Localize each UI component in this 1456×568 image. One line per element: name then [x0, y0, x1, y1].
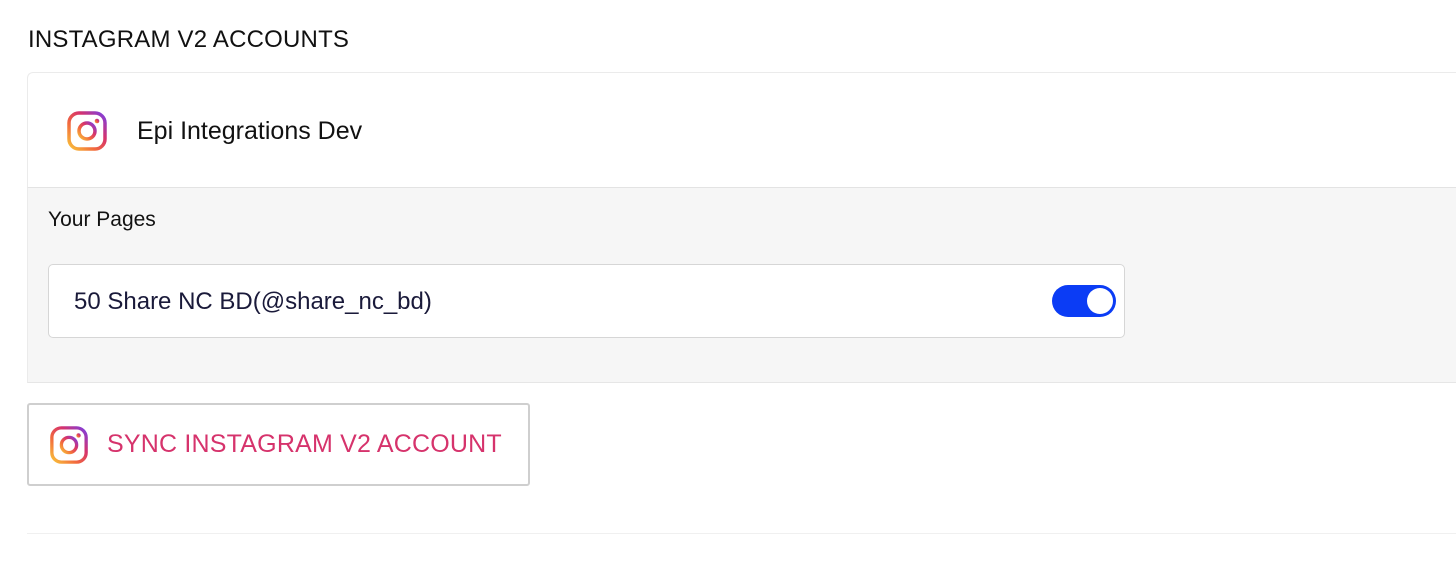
list-item: 50 Share NC BD(@share_nc_bd) — [48, 264, 1125, 338]
instagram-icon — [50, 426, 88, 464]
section-title: INSTAGRAM V2 ACCOUNTS — [28, 26, 350, 53]
pages-panel: Your Pages 50 Share NC BD(@share_nc_bd) — [27, 188, 1456, 383]
toggle-knob — [1087, 288, 1113, 314]
instagram-icon — [67, 111, 107, 151]
account-name: Epi Integrations Dev — [137, 117, 363, 145]
pages-label: Your Pages — [48, 208, 156, 231]
divider — [27, 533, 1456, 534]
account-card: Epi Integrations Dev — [27, 72, 1456, 188]
sync-instagram-button[interactable]: SYNC INSTAGRAM V2 ACCOUNT — [27, 403, 530, 486]
page-enabled-toggle[interactable] — [1052, 285, 1116, 317]
page-name: 50 Share NC BD(@share_nc_bd) — [74, 288, 432, 315]
sync-button-label: SYNC INSTAGRAM V2 ACCOUNT — [107, 430, 502, 458]
